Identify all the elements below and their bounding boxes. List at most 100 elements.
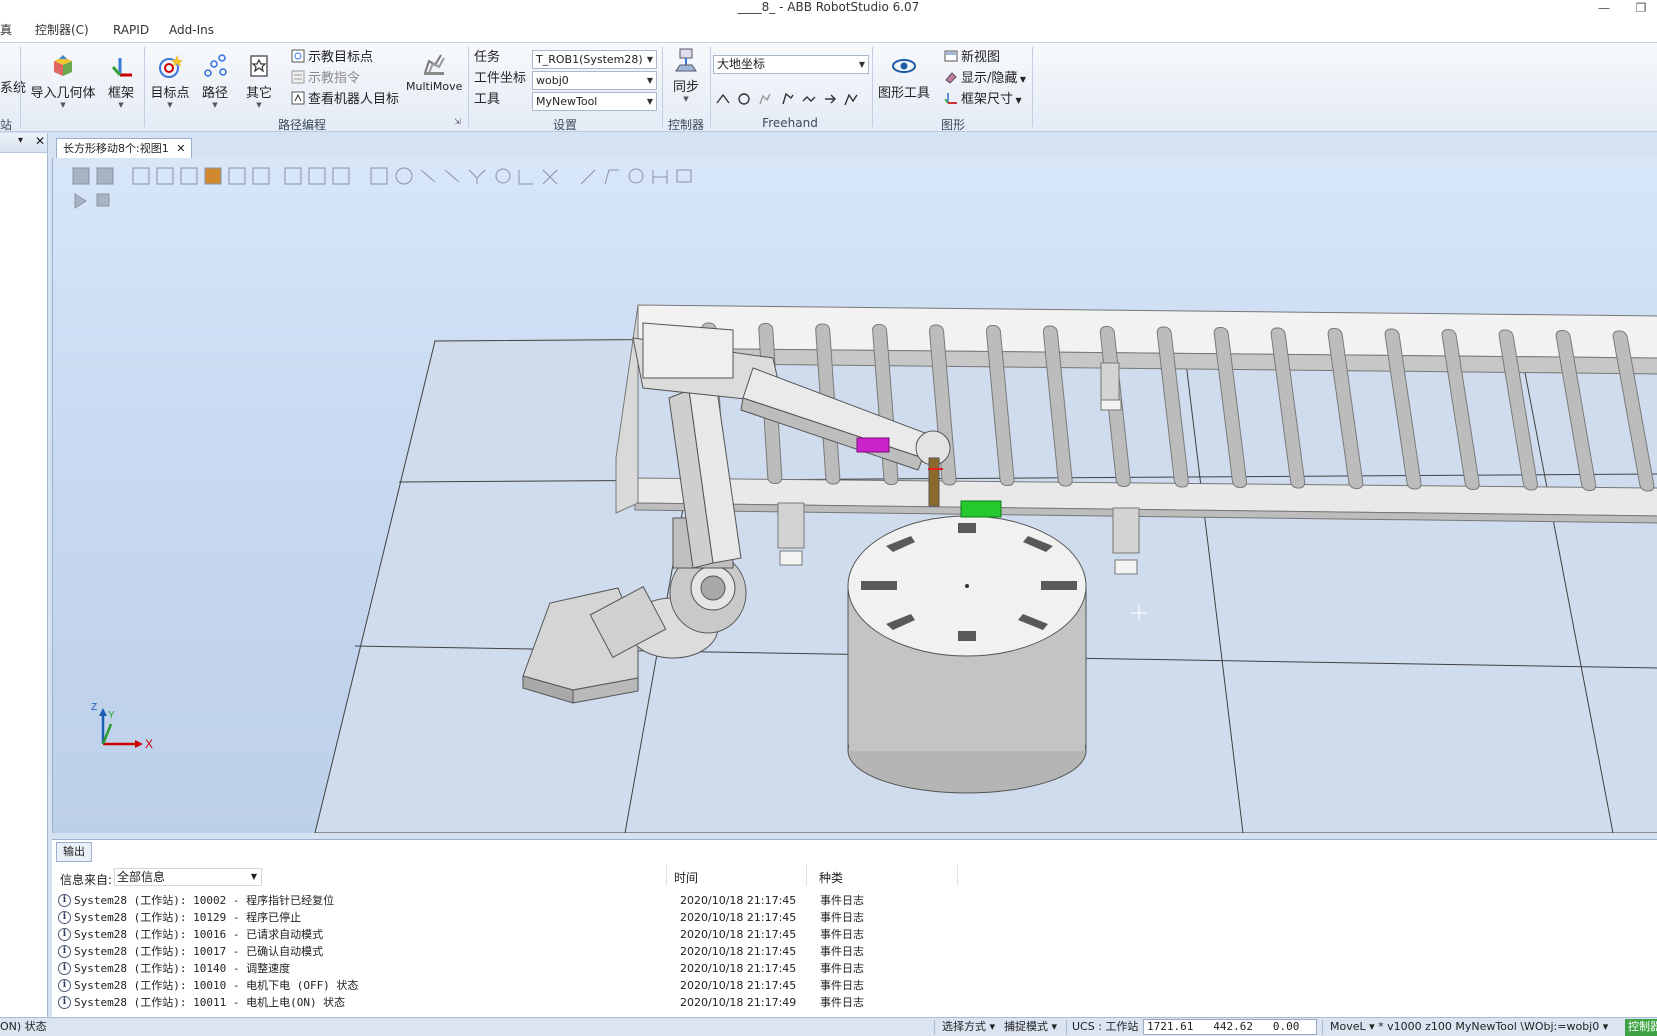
rotate-icon[interactable] [736, 91, 752, 107]
list-item[interactable]: i System28 (工作站): 10016 - 已请求自动模式 2020/10/… [58, 926, 958, 943]
snap-mode-button[interactable]: 捕捉模式 ▾ [1004, 1018, 1057, 1036]
task-label: 任务 [474, 50, 501, 65]
3d-viewport[interactable]: X Y Z [52, 158, 1657, 833]
panel-header: ▾ ✕ [0, 133, 47, 153]
message-time: 2020/10/18 21:17:45 [680, 945, 797, 958]
select-surface-icon[interactable] [156, 167, 174, 185]
multimove-button[interactable]: MultiMove [406, 51, 462, 93]
sync-label: 同步 [672, 80, 699, 95]
multi-robot-jog-icon[interactable] [822, 91, 838, 107]
measure-shortest-icon[interactable] [676, 169, 692, 183]
measure-distance-icon[interactable] [652, 170, 668, 184]
measure-diameter-icon[interactable] [628, 168, 644, 184]
restore-button[interactable]: ❐ [1630, 0, 1652, 16]
list-item[interactable]: i System28 (工作站): 10002 - 程序指针已经复位 2020/10… [58, 892, 958, 909]
ribbon: 系统 站 导入几何体 ▼ 框架 ▼ 目标点 ▼ 路径 ▼ 其它 ▼ 示教目标点 … [0, 42, 1657, 132]
message-kind: 事件日志 [820, 894, 864, 907]
eye-icon [892, 59, 916, 73]
select-curve-icon[interactable] [132, 167, 150, 185]
select-body-icon[interactable] [180, 167, 198, 185]
panel-menu-icon[interactable]: ▾ [18, 135, 23, 146]
list-item[interactable]: i System28 (工作站): 10140 - 调整速度 2020/10/18 … [58, 960, 958, 977]
snap-end-icon[interactable] [468, 169, 486, 184]
rotary-table[interactable] [847, 500, 1087, 794]
snap-object-icon[interactable] [370, 167, 388, 185]
select-path-icon[interactable] [308, 167, 326, 185]
wobj-select[interactable]: wobj0 ▼ [532, 71, 657, 90]
column-header-time[interactable]: 时间 [674, 869, 698, 886]
play-icon[interactable] [74, 193, 87, 209]
column-header-kind[interactable]: 种类 [819, 869, 843, 886]
frame-size-button[interactable]: 框架尺寸 ▼ [944, 90, 1022, 110]
snap-all-icon[interactable] [542, 169, 558, 185]
list-item[interactable]: i System28 (工作站): 10129 - 程序已停止 2020/10/18… [58, 909, 958, 926]
jog-joint-icon[interactable] [757, 91, 773, 107]
chevron-down-icon: ▼ [646, 97, 653, 106]
snap-grid-icon[interactable] [495, 168, 511, 184]
frame-size-icon [944, 93, 957, 104]
chevron-down-icon: ▼ [167, 101, 173, 109]
move-icon[interactable] [715, 91, 731, 107]
instruction-template-select[interactable]: MoveL ▾ * v1000 z100 MyNewTool \WObj:=wo… [1330, 1018, 1608, 1036]
teach-target-label: 示教目标点 [308, 50, 374, 65]
chevron-down-icon: ▼ [1013, 96, 1022, 105]
3d-scene[interactable]: X Y Z [53, 158, 1657, 833]
chevron-down-icon: ▼ [1017, 75, 1027, 84]
reference-frame-select[interactable]: 大地坐标 ▼ [713, 55, 869, 74]
axis-y-label: Y [108, 710, 115, 721]
jog-linear-icon[interactable] [780, 91, 796, 107]
path-button[interactable]: 路径 ▼ [198, 53, 232, 109]
snap-midpoint-icon[interactable] [444, 169, 460, 183]
info-icon: i [58, 996, 71, 1009]
message-source-value: 全部信息 [117, 870, 166, 884]
show-hide-button[interactable]: 显示/隐藏 ▼ [944, 69, 1026, 89]
graphics-tools-button[interactable]: 图形工具 [876, 53, 932, 101]
message-source-select[interactable]: 全部信息 ▼ [114, 868, 262, 886]
list-item[interactable]: i System28 (工作站): 10010 - 电机下电 (OFF) 状态 20… [58, 977, 958, 994]
zoom-fit-icon[interactable] [332, 167, 350, 185]
stop-icon[interactable] [96, 193, 110, 207]
tool-select[interactable]: MyNewTool ▼ [532, 92, 657, 111]
panel-close-icon[interactable]: ✕ [35, 134, 45, 148]
snap-local-origin-icon[interactable] [518, 170, 533, 185]
select-part-icon[interactable] [204, 167, 222, 185]
jog-reorient-icon[interactable] [801, 91, 817, 107]
import-geometry-button[interactable]: 导入几何体 ▼ [28, 53, 98, 109]
target-button[interactable]: 目标点 ▼ [148, 53, 192, 109]
message-kind: 事件日志 [820, 962, 864, 975]
measure-point-icon[interactable] [580, 169, 596, 185]
snap-edge-icon[interactable] [420, 169, 436, 183]
output-tab[interactable]: 输出 [56, 842, 92, 862]
selection-mode-button[interactable]: 选择方式 ▾ [942, 1018, 995, 1036]
list-item[interactable]: i System28 (工作站): 10011 - 电机上电(ON) 状态 2020… [58, 994, 958, 1011]
message-time: 2020/10/18 21:17:45 [680, 979, 797, 992]
view-robot-target-button[interactable]: 查看机器人目标 [291, 90, 399, 110]
task-select[interactable]: T_ROB1(System28) ▼ [532, 50, 657, 69]
teach-target-button[interactable]: 示教目标点 [291, 48, 373, 68]
close-icon[interactable]: ✕ [176, 142, 185, 155]
list-item[interactable]: i System28 (工作站): 10017 - 已确认自动模式 2020/10/… [58, 943, 958, 960]
teach-instruction-button[interactable]: 示教指令 [291, 69, 360, 89]
controller-status-indicator[interactable]: 控制器 [1625, 1019, 1657, 1036]
tab-add-ins[interactable]: Add-Ins [169, 21, 214, 39]
tab-rapid[interactable]: RAPID [113, 21, 149, 39]
select-target-icon[interactable] [284, 167, 302, 185]
system-button[interactable]: 系统 [0, 79, 26, 99]
info-icon: i [58, 979, 71, 992]
document-tab[interactable]: 长方形移动8个:视图1 ✕ [56, 138, 193, 158]
tab-simulation[interactable]: 真 [0, 21, 12, 39]
other-button[interactable]: 其它 ▼ [242, 53, 276, 109]
dialog-launcher-icon[interactable]: ⇲ [454, 117, 461, 126]
mechanism-jog-icon[interactable] [843, 91, 859, 107]
tab-controller[interactable]: 控制器(C) [35, 21, 89, 39]
select-mechanism-icon[interactable] [228, 167, 246, 185]
sync-button[interactable]: 同步 ▼ [666, 47, 706, 103]
minimize-button[interactable]: — [1593, 0, 1615, 16]
measure-angle-icon[interactable] [604, 169, 619, 185]
snap-center-icon[interactable] [395, 167, 413, 185]
select-group-icon[interactable] [252, 167, 270, 185]
view-shaded-icon[interactable] [72, 167, 90, 185]
new-view-button[interactable]: 新视图 [944, 48, 1000, 68]
frame-button[interactable]: 框架 ▼ [104, 53, 138, 109]
view-wireframe-icon[interactable] [96, 167, 114, 185]
